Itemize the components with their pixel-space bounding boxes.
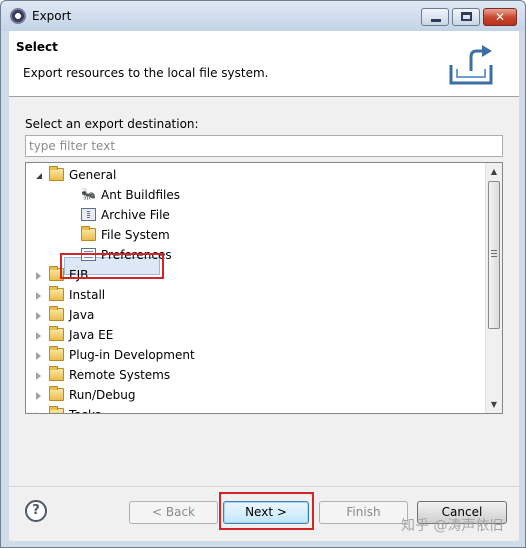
tree-item-label: Tasks bbox=[69, 405, 101, 413]
scroll-up-arrow-icon[interactable]: ▲ bbox=[486, 163, 502, 180]
collapsed-triangle-icon[interactable] bbox=[36, 392, 41, 400]
collapsed-triangle-icon[interactable] bbox=[36, 332, 41, 340]
folder-icon bbox=[49, 366, 64, 381]
tree-item[interactable]: Java EE bbox=[26, 325, 486, 345]
wizard-page-description: Export resources to the local file syste… bbox=[23, 66, 269, 80]
folder-icon bbox=[49, 406, 64, 413]
tree-item-label: Java EE bbox=[69, 328, 114, 342]
back-button[interactable]: < Back bbox=[129, 501, 218, 524]
close-icon: ✕ bbox=[494, 10, 506, 24]
minimize-button[interactable] bbox=[421, 8, 449, 26]
tree-item-label: Remote Systems bbox=[69, 368, 171, 382]
tree-item[interactable]: Archive File bbox=[26, 205, 486, 225]
tree-item[interactable]: Plug-in Development bbox=[26, 345, 486, 365]
scroll-thumb[interactable] bbox=[488, 181, 500, 329]
tree-rows: General 🐜 Ant Buildfiles Archive File File S… bbox=[26, 165, 486, 413]
collapsed-triangle-icon[interactable] bbox=[36, 352, 41, 360]
collapsed-triangle-icon[interactable] bbox=[36, 272, 41, 280]
maximize-icon bbox=[461, 12, 472, 21]
folder-icon bbox=[49, 306, 64, 321]
tree-item[interactable]: Install bbox=[26, 285, 486, 305]
tree-item[interactable]: Tasks bbox=[26, 405, 486, 413]
wizard-page-title: Select bbox=[16, 40, 58, 54]
expanded-triangle-icon[interactable] bbox=[36, 173, 42, 179]
scroll-down-arrow-icon[interactable]: ▼ bbox=[486, 396, 502, 413]
folder-icon bbox=[49, 326, 64, 341]
finish-button[interactable]: Finish bbox=[319, 501, 408, 524]
tree-item[interactable]: Run/Debug bbox=[26, 385, 486, 405]
title-bar[interactable]: Export ✕ bbox=[1, 1, 525, 31]
tree-item-label: General bbox=[69, 168, 117, 182]
collapsed-triangle-icon[interactable] bbox=[36, 372, 41, 380]
tree-item[interactable]: General bbox=[26, 165, 486, 185]
export-destination-label: Select an export destination: bbox=[25, 117, 199, 131]
tree-vertical-scrollbar[interactable]: ▲ ▼ bbox=[485, 163, 502, 413]
tree-item-label: Archive File bbox=[101, 208, 170, 222]
tree-item[interactable]: File System bbox=[26, 225, 486, 245]
maximize-button[interactable] bbox=[452, 8, 480, 26]
ant-icon: 🐜 bbox=[81, 187, 96, 201]
tree-item-label: Ant Buildfiles bbox=[101, 188, 180, 202]
export-wizard-tree: General 🐜 Ant Buildfiles Archive File File S… bbox=[25, 162, 503, 414]
tree-item[interactable]: Remote Systems bbox=[26, 365, 486, 385]
minimize-icon bbox=[431, 19, 441, 22]
tree-item-label: File System bbox=[101, 228, 170, 242]
folder-icon bbox=[49, 166, 64, 181]
tree-item-label: Install bbox=[69, 288, 106, 302]
tree-item[interactable]: Java bbox=[26, 305, 486, 325]
folder-icon bbox=[81, 226, 96, 241]
collapsed-triangle-icon[interactable] bbox=[36, 412, 41, 413]
watermark-text: 知乎 @涛声依旧 bbox=[401, 518, 504, 534]
export-dialog: Export ✕ Select Export resources to the … bbox=[0, 0, 526, 548]
wizard-header: Select Export resources to the local fil… bbox=[9, 31, 519, 97]
close-button[interactable]: ✕ bbox=[483, 8, 517, 26]
folder-icon bbox=[49, 346, 64, 361]
folder-icon bbox=[49, 386, 64, 401]
tree-item-label: Run/Debug bbox=[69, 388, 136, 402]
dialog-client-area: Select Export resources to the local fil… bbox=[9, 31, 519, 541]
collapsed-triangle-icon[interactable] bbox=[36, 312, 41, 320]
tree-item[interactable]: 🐜 Ant Buildfiles bbox=[26, 185, 486, 205]
next-button[interactable]: Next > bbox=[223, 501, 309, 524]
window-title: Export bbox=[32, 9, 72, 23]
help-icon[interactable]: ? bbox=[25, 500, 47, 522]
eclipse-app-icon bbox=[10, 8, 26, 24]
folder-icon bbox=[49, 286, 64, 301]
file-system-annotation-box bbox=[60, 253, 164, 279]
scroll-grip-icon bbox=[491, 250, 497, 257]
filter-input[interactable] bbox=[25, 135, 503, 157]
tree-item-label: Java bbox=[69, 308, 95, 322]
footer-separator bbox=[9, 486, 519, 487]
tree-item-label: Plug-in Development bbox=[69, 348, 195, 362]
collapsed-triangle-icon[interactable] bbox=[36, 292, 41, 300]
export-wizard-icon bbox=[449, 45, 493, 85]
archive-icon bbox=[81, 208, 96, 221]
